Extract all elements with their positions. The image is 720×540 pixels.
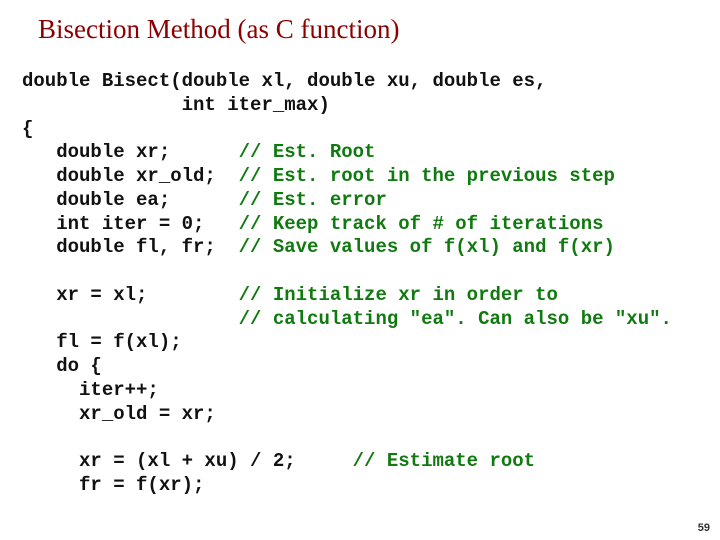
code-comment: // calculating "ea". Can also be "xu". <box>239 308 672 330</box>
code-line: xr_old = xr; <box>22 403 216 425</box>
page-number: 59 <box>698 522 710 534</box>
code-line: do { <box>22 355 102 377</box>
code-comment: // Est. error <box>239 189 387 211</box>
code-line: double xr; <box>22 141 239 163</box>
code-line: fr = f(xr); <box>22 474 204 496</box>
code-line: double Bisect(double xl, double xu, doub… <box>22 70 547 92</box>
code-line <box>22 308 239 330</box>
code-comment: // Initialize xr in order to <box>239 284 558 306</box>
code-comment: // Estimate root <box>353 450 535 472</box>
code-line: double ea; <box>22 189 239 211</box>
code-line: xr = (xl + xu) / 2; <box>22 450 353 472</box>
code-line: int iter_max) <box>22 94 330 116</box>
code-block: double Bisect(double xl, double xu, doub… <box>22 70 672 498</box>
code-line: double fl, fr; <box>22 236 239 258</box>
code-comment: // Save values of f(xl) and f(xr) <box>239 236 615 258</box>
code-comment: // Keep track of # of iterations <box>239 213 604 235</box>
code-comment: // Est. Root <box>239 141 376 163</box>
code-comment: // Est. root in the previous step <box>239 165 615 187</box>
slide: Bisection Method (as C function) double … <box>0 0 720 540</box>
code-line: iter++; <box>22 379 159 401</box>
code-line: { <box>22 118 33 140</box>
code-line: fl = f(xl); <box>22 331 182 353</box>
code-line: int iter = 0; <box>22 213 239 235</box>
code-line: xr = xl; <box>22 284 239 306</box>
slide-title: Bisection Method (as C function) <box>38 14 399 45</box>
code-line: double xr_old; <box>22 165 239 187</box>
